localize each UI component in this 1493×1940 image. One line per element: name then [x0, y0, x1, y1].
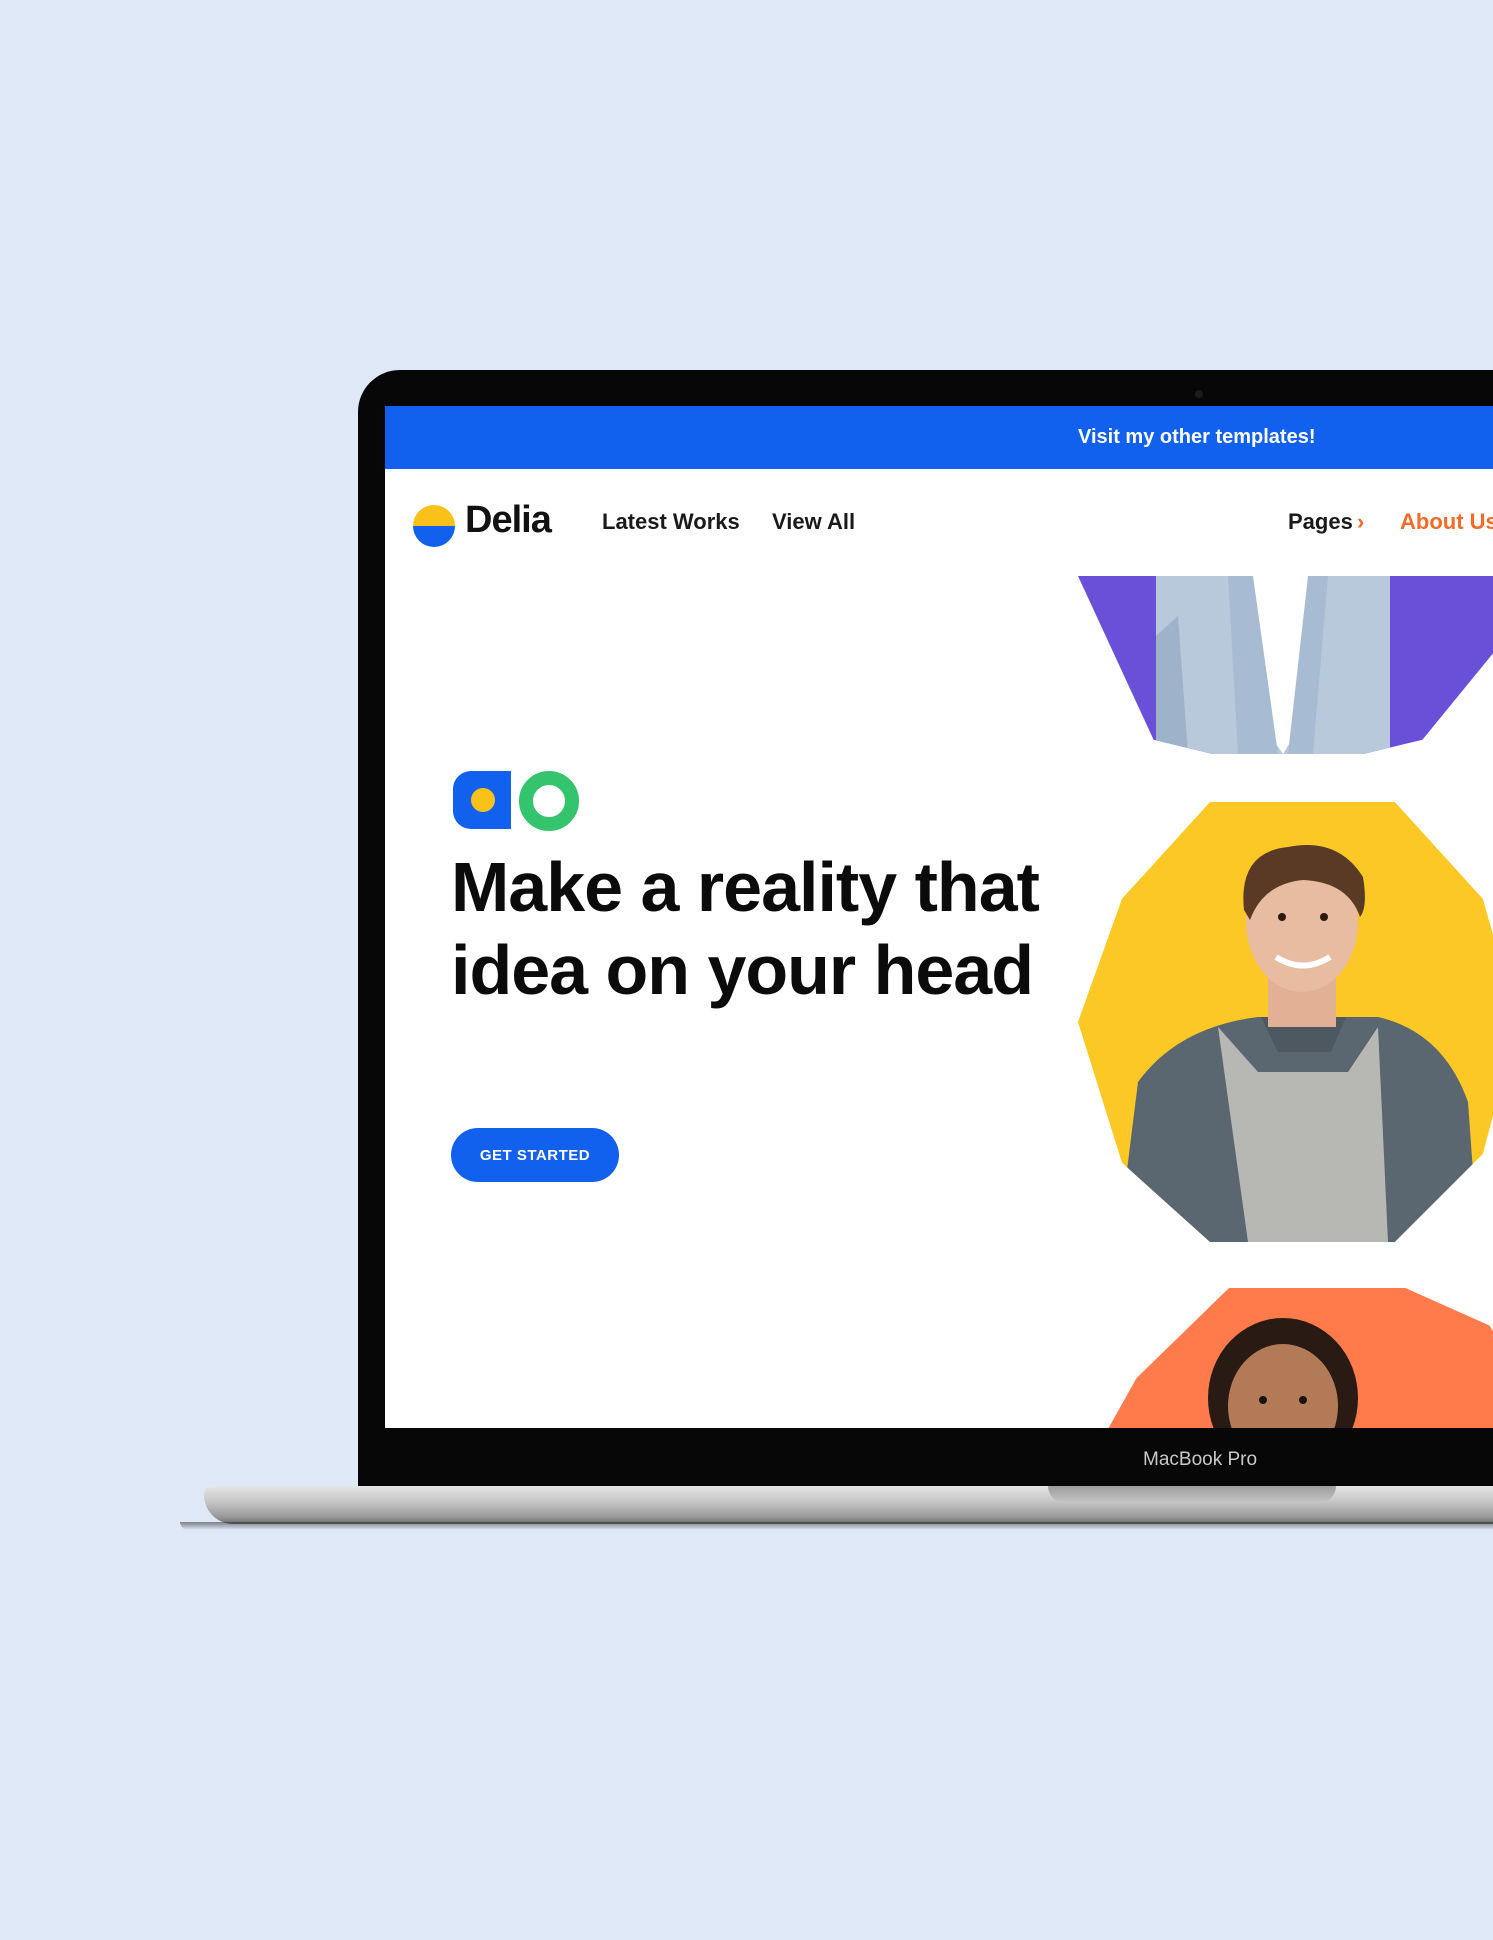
ring-badge-icon — [519, 771, 579, 831]
laptop-shadow — [180, 1522, 1493, 1530]
nav-view-all[interactable]: View All — [772, 509, 855, 535]
chevron-right-icon: › — [1357, 509, 1365, 534]
portrait-blob-yellow — [1078, 802, 1493, 1242]
laptop-base-notch — [1048, 1486, 1336, 1503]
man-in-blazer-image — [1156, 576, 1390, 754]
camera-icon — [1195, 390, 1203, 398]
man-in-apron-image — [1118, 845, 1478, 1242]
logo-text[interactable]: Delia — [465, 499, 552, 542]
portrait-blob-orange — [1103, 1288, 1493, 1428]
portrait-blob-purple — [1078, 576, 1493, 754]
logo-mark-icon[interactable] — [413, 505, 455, 547]
hero-title: Make a reality that idea on your head — [451, 848, 1040, 1009]
laptop-screen: Visit my other templates! Delia Latest W… — [385, 406, 1493, 1428]
get-started-button[interactable]: GET STARTED — [451, 1128, 619, 1182]
nav-about-us[interactable]: About Us — [1400, 509, 1493, 535]
nav-latest-works[interactable]: Latest Works — [602, 509, 740, 535]
device-label: MacBook Pro — [1143, 1449, 1258, 1470]
promo-link[interactable]: Visit my other templates! — [1078, 426, 1315, 449]
woman-portrait-image — [1208, 1318, 1358, 1428]
nav-pages[interactable]: Pages — [1288, 509, 1353, 535]
promo-bar[interactable]: Visit my other templates! — [385, 406, 1493, 469]
badge-dot — [471, 788, 495, 812]
mockup-stage: Visit my other templates! Delia Latest W… — [0, 0, 1493, 1940]
top-nav: Delia Latest Works View All Pages › Abou… — [385, 469, 1493, 579]
